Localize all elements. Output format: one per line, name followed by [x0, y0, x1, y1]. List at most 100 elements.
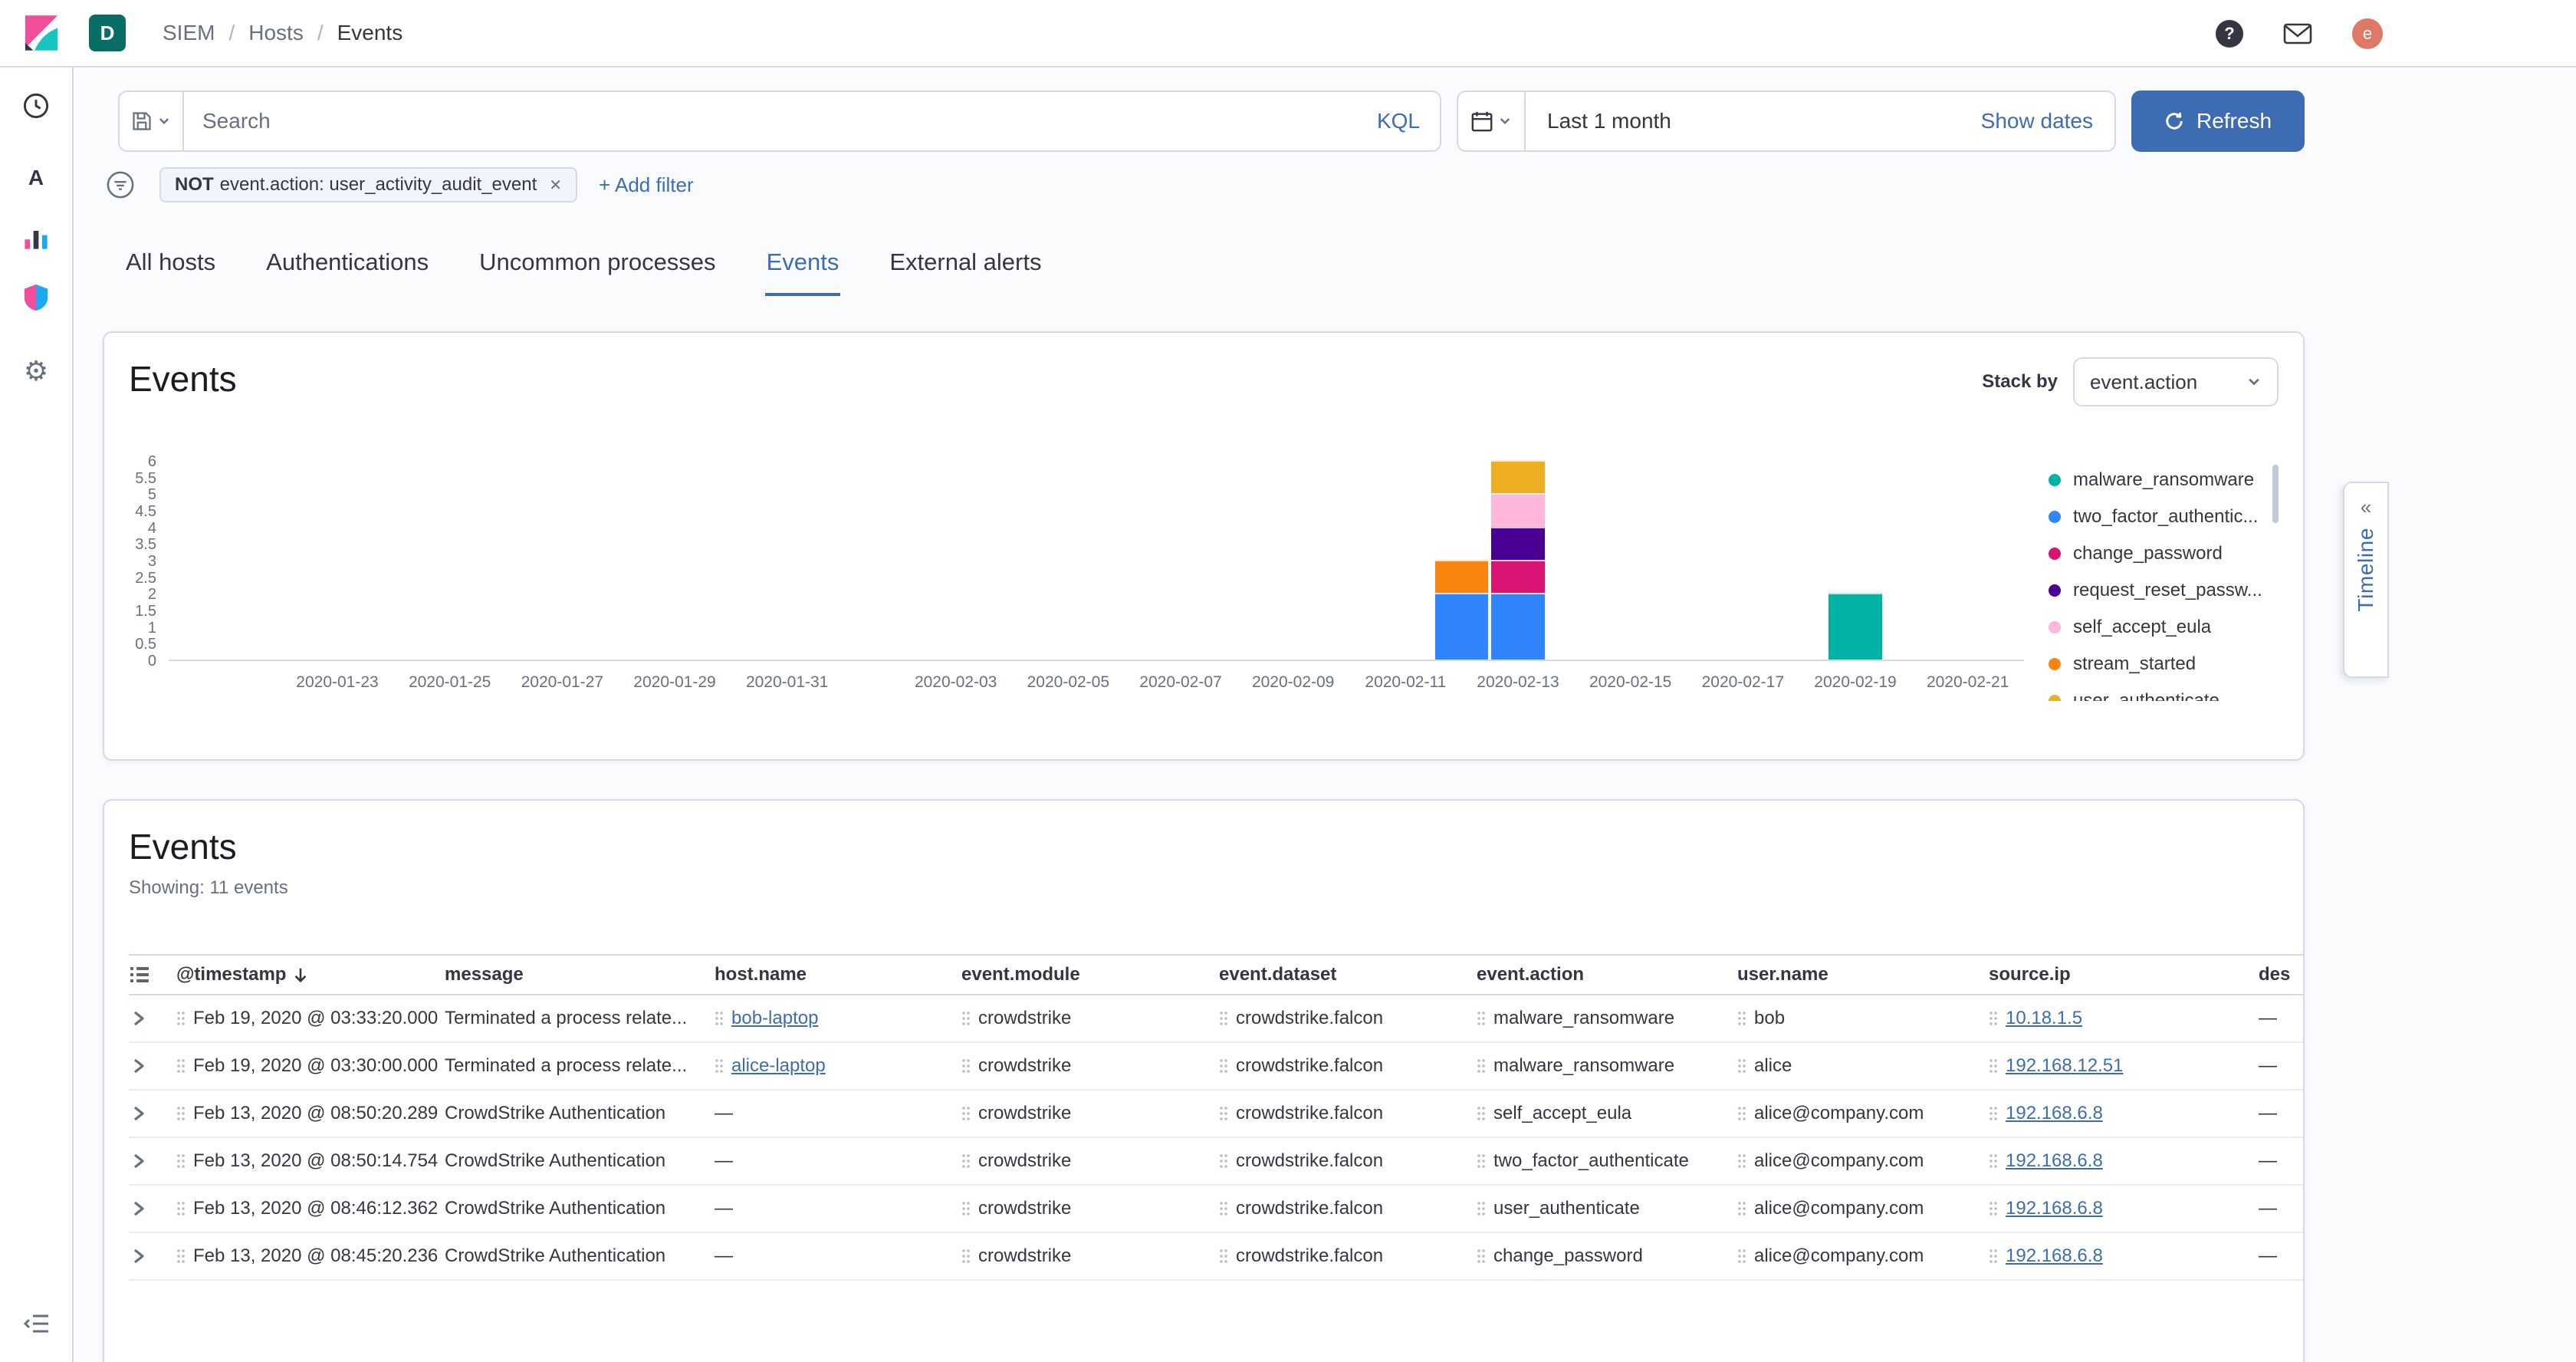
breadcrumb-hosts[interactable]: Hosts — [215, 21, 303, 45]
timeline-toggle-button[interactable]: « Timeline — [2343, 482, 2389, 678]
breadcrumb-siem[interactable]: SIEM — [163, 21, 215, 45]
date-range-value[interactable]: Last 1 month — [1526, 109, 1960, 133]
field-browser-icon — [129, 964, 150, 985]
remove-filter-icon[interactable]: ✕ — [549, 176, 562, 195]
cell-value: crowdstrike.falcon — [1236, 1150, 1383, 1172]
link-192.168.6.8[interactable]: 192.168.6.8 — [2006, 1198, 2103, 1219]
x-axis-tick: 2020-02-17 — [1702, 673, 1784, 692]
chart-bar-2020-02-13[interactable] — [1491, 460, 1544, 660]
legend-item-user_authenticate[interactable]: user_authenticate — [2049, 683, 2279, 701]
sidebar-item-a[interactable]: A — [16, 158, 56, 198]
expand-event-button[interactable] — [129, 1057, 176, 1075]
sort-desc-icon — [292, 966, 309, 983]
table-row: Feb 13, 2020 @ 08:50:14.754CrowdStrike A… — [129, 1138, 2305, 1186]
legend-item-request_reset_passw...[interactable]: request_reset_passw... — [2049, 572, 2279, 609]
tab-all-hosts[interactable]: All hosts — [124, 248, 217, 296]
legend-item-stream_started[interactable]: stream_started — [2049, 646, 2279, 683]
cell-value: — — [2259, 1198, 2277, 1219]
cell-des: — — [2259, 1103, 2305, 1124]
drag-handle-icon — [1477, 1011, 1486, 1026]
tab-external-alerts[interactable]: External alerts — [888, 248, 1043, 296]
legend-item-change_password[interactable]: change_password — [2049, 535, 2279, 572]
chevron-down-icon — [157, 114, 171, 128]
chart-legend-items: malware_ransomwaretwo_factor_authentic..… — [2049, 462, 2279, 701]
column-header-user.name[interactable]: user.name — [1737, 964, 1989, 985]
expand-event-button[interactable] — [129, 1199, 176, 1218]
cell-value: self_accept_eula — [1493, 1103, 1631, 1124]
filter-options-icon[interactable] — [106, 170, 135, 199]
show-dates-button[interactable]: Show dates — [1960, 109, 2114, 133]
drag-handle-icon — [176, 1248, 186, 1264]
column-header-source.ip[interactable]: source.ip — [1989, 964, 2259, 985]
expand-row-icon — [129, 1247, 147, 1265]
filter-pill[interactable]: NOT event.action: user_activity_audit_ev… — [159, 167, 577, 202]
mail-icon[interactable] — [2283, 22, 2312, 45]
expand-event-button[interactable] — [129, 1247, 176, 1265]
chevron-down-icon — [1498, 114, 1512, 128]
link-alice-laptop[interactable]: alice-laptop — [731, 1055, 826, 1077]
cell-value: Terminated a process relate... — [445, 1008, 687, 1029]
link-bob-laptop[interactable]: bob-laptop — [731, 1008, 818, 1029]
add-filter-button[interactable]: + Add filter — [599, 173, 694, 197]
column-header-event.dataset[interactable]: event.dataset — [1219, 964, 1477, 985]
cell-event.action: user_authenticate — [1477, 1198, 1737, 1219]
table-row: Feb 19, 2020 @ 03:33:20.000Terminated a … — [129, 995, 2305, 1043]
link-192.168.6.8[interactable]: 192.168.6.8 — [2006, 1103, 2103, 1124]
recently-viewed-icon[interactable] — [16, 86, 56, 126]
link-10.18.1.5[interactable]: 10.18.1.5 — [2006, 1008, 2082, 1029]
column-header-host.name[interactable]: host.name — [715, 964, 961, 985]
legend-item-malware_ransomware[interactable]: malware_ransomware — [2049, 462, 2279, 498]
sidebar-item-siem[interactable] — [16, 278, 56, 317]
date-quick-select-button[interactable] — [1458, 92, 1526, 150]
column-header-event.action[interactable]: event.action — [1477, 964, 1737, 985]
cell-event.module: crowdstrike — [961, 1245, 1219, 1267]
column-header-@timestamp[interactable]: @timestamp — [176, 964, 445, 985]
cell-des: — — [2259, 1055, 2305, 1077]
kql-button[interactable]: KQL — [1357, 109, 1440, 133]
drag-handle-icon — [176, 1106, 186, 1121]
user-avatar[interactable]: e — [2352, 18, 2383, 49]
cell-event.module: crowdstrike — [961, 1198, 1219, 1219]
stack-by-label: Stack by — [1982, 371, 2058, 393]
space-switcher[interactable]: D — [89, 15, 126, 51]
tab-events[interactable]: Events — [765, 248, 841, 296]
column-header-des[interactable]: des — [2259, 964, 2305, 985]
collapse-menu-button[interactable] — [16, 1304, 56, 1344]
stack-by-control: Stack by event.action — [1982, 357, 2279, 406]
legend-item-two_factor_authentic...[interactable]: two_factor_authentic... — [2049, 498, 2279, 535]
link-192.168.12.51[interactable]: 192.168.12.51 — [2006, 1055, 2123, 1077]
cell-value: user_authenticate — [1493, 1198, 1640, 1219]
bar-segment-user_authenticate — [1491, 460, 1544, 493]
column-header-message[interactable]: message — [445, 964, 715, 985]
legend-scrollbar[interactable] — [2272, 465, 2279, 523]
cell-des: — — [2259, 1198, 2305, 1219]
drag-handle-icon — [961, 1153, 971, 1169]
stack-by-value: event.action — [2090, 370, 2197, 394]
tabs: All hosts Authentications Uncommon process… — [124, 248, 2576, 296]
drag-handle-icon — [1477, 1058, 1486, 1074]
expand-event-button[interactable] — [129, 1152, 176, 1170]
kibana-logo-icon[interactable] — [21, 13, 61, 53]
gear-icon[interactable]: ⚙ — [16, 351, 56, 391]
column-header-event.module[interactable]: event.module — [961, 964, 1219, 985]
field-browser-button[interactable] — [129, 964, 176, 985]
drag-handle-icon — [1219, 1106, 1228, 1121]
saved-query-button[interactable] — [120, 92, 184, 150]
stack-by-select[interactable]: event.action — [2073, 357, 2279, 406]
events-table: @timestampmessagehost.nameevent.moduleev… — [129, 954, 2305, 1281]
sidebar-item-visualize[interactable] — [16, 218, 56, 258]
link-192.168.6.8[interactable]: 192.168.6.8 — [2006, 1150, 2103, 1172]
link-192.168.6.8[interactable]: 192.168.6.8 — [2006, 1245, 2103, 1267]
chart-bar-2020-02-19[interactable] — [1829, 593, 1881, 660]
tab-uncommon-processes[interactable]: Uncommon processes — [478, 248, 717, 296]
refresh-button[interactable]: Refresh — [2131, 90, 2305, 152]
expand-event-button[interactable] — [129, 1104, 176, 1123]
chart-bar-2020-02-12[interactable] — [1435, 560, 1488, 660]
cell-event.dataset: crowdstrike.falcon — [1219, 1245, 1477, 1267]
expand-event-button[interactable] — [129, 1009, 176, 1028]
search-input[interactable] — [184, 109, 1357, 133]
y-axis-tick: 5.5 — [135, 471, 156, 486]
help-icon[interactable]: ? — [2216, 20, 2243, 48]
tab-authentications[interactable]: Authentications — [264, 248, 430, 296]
legend-item-self_accept_eula[interactable]: self_accept_eula — [2049, 609, 2279, 646]
